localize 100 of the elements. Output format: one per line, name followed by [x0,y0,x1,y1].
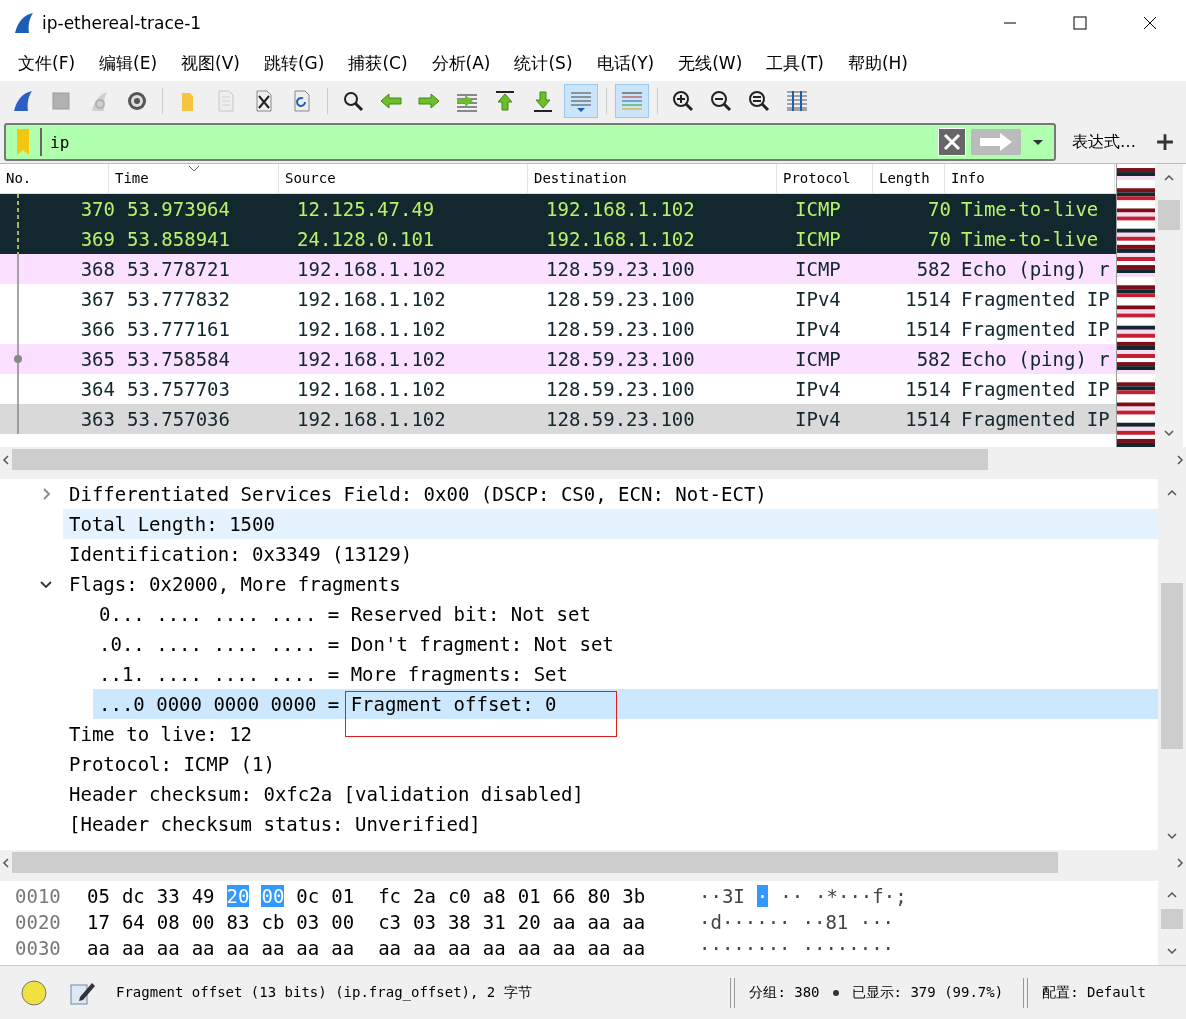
column-header[interactable]: Destination [528,164,777,193]
hex-byte[interactable]: aa [378,937,401,959]
scrollbar-thumb[interactable] [1161,583,1183,749]
column-header[interactable]: Source [279,164,528,193]
hex-byte[interactable]: aa [587,937,611,959]
hex-byte[interactable]: 80 [587,885,611,907]
hex-byte[interactable]: 01 [331,885,355,907]
ascii-text[interactable]: ·d······ [699,911,791,933]
ascii-text[interactable]: ········ [699,937,791,959]
tree-item[interactable]: ..1. .... .... .... = More fragments: Set [93,659,1158,689]
hex-byte[interactable]: 00 [331,911,355,933]
hex-byte[interactable]: aa [552,937,576,959]
menu-item[interactable]: 统计(S) [504,51,583,75]
packet-row[interactable]: 363 53.757036 192.168.1.102 128.59.23.100 IPv4 1514 Fragmented IP [0,404,1116,434]
hex-byte[interactable]: 38 [447,911,471,933]
hex-byte[interactable]: c0 [447,885,471,907]
scrollbar-thumb[interactable] [12,852,1058,873]
ascii-text[interactable]: ··3I [699,885,745,907]
close-icon[interactable] [1142,14,1158,31]
display-filter-field[interactable]: ip [4,123,1056,161]
profile-label[interactable]: 配置: Default [1042,983,1146,1002]
hex-byte[interactable]: aa [121,937,145,959]
clear-icon[interactable] [938,128,966,156]
tree-item[interactable]: Identification: 0x3349 (13129) [63,539,1158,569]
hex-byte[interactable]: a8 [482,885,506,907]
scroll-down-icon[interactable] [1163,427,1175,439]
hex-byte[interactable]: c3 [378,911,401,933]
menu-item[interactable]: 分析(A) [421,51,501,75]
scroll-down-icon[interactable] [1166,945,1178,957]
hex-byte[interactable]: 31 [482,911,506,933]
scrollbar-thumb[interactable] [1161,909,1183,929]
column-header[interactable]: Length [873,164,945,193]
menu-item[interactable]: 工具(T) [756,51,834,75]
menu-item[interactable]: 帮助(H) [837,51,918,75]
ascii-text[interactable]: ·· [780,885,804,907]
maximize-icon[interactable] [1072,14,1088,31]
hex-byte[interactable]: 01 [517,885,541,907]
column-header[interactable]: Protocol [777,164,873,193]
hex-byte[interactable]: 03 [413,911,436,933]
tree-item[interactable]: Protocol: ICMP (1) [63,749,1158,779]
menu-item[interactable]: 编辑(E) [89,51,168,75]
hex-byte[interactable]: aa [622,911,646,933]
column-header[interactable]: No. [0,164,109,193]
scrollbar-thumb[interactable] [12,449,989,470]
packet-row[interactable]: 368 53.778721 192.168.1.102 128.59.23.100 ICMP 582 Echo (ping) r [0,254,1116,284]
hex-byte[interactable]: 05 [87,885,110,907]
hex-byte[interactable]: cb [261,911,285,933]
hex-byte[interactable]: 08 [156,911,180,933]
hex-byte[interactable]: 66 [552,885,576,907]
ascii-text[interactable]: ··81 ··· [802,911,895,933]
hex-byte[interactable]: aa [482,937,506,959]
hex-byte[interactable]: aa [413,937,436,959]
colorize-button[interactable] [615,84,649,118]
menu-item[interactable]: 跳转(G) [253,51,335,75]
tree-item[interactable]: Time to live: 12 [63,719,1158,749]
packet-row[interactable]: 369 53.858941 24.128.0.101 192.168.1.102 ICMP 70 Time-to-live [0,224,1116,254]
hex-byte[interactable]: aa [87,937,110,959]
hex-byte[interactable]: aa [552,911,576,933]
hex-byte[interactable]: aa [517,937,541,959]
collapse-icon[interactable] [40,578,52,590]
tree-item[interactable]: Total Length: 1500 [63,509,1158,539]
scroll-left-icon[interactable] [0,453,12,466]
hex-byte[interactable]: 00 [191,911,215,933]
ascii-text[interactable]: ········ [802,937,895,959]
expert-info-icon[interactable] [20,978,48,1007]
packet-row[interactable]: 370 53.973964 12.125.47.49 192.168.1.102 ICMP 70 Time-to-live [0,194,1116,224]
expand-icon[interactable] [40,488,52,500]
tree-item[interactable]: 0... .... .... .... = Reserved bit: Not set [93,599,1158,629]
hex-byte[interactable]: 17 [87,911,110,933]
hex-byte[interactable]: 33 [156,885,180,907]
expression-button[interactable]: 表达式… [1056,125,1148,159]
packet-row[interactable]: 365 53.758584 192.168.1.102 128.59.23.100 ICMP 582 Echo (ping) r [0,344,1116,374]
hex-byte[interactable]: aa [226,937,250,959]
scroll-right-icon[interactable] [1174,453,1186,466]
hex-byte[interactable]: aa [261,937,285,959]
column-header[interactable]: Info [945,164,1115,193]
plus-icon[interactable] [1156,133,1174,151]
tree-item[interactable]: Header checksum: 0xfc2a [validation disabled] [63,779,1158,809]
hex-byte[interactable]: 20 [517,911,541,933]
column-header[interactable]: Time [109,164,279,193]
hex-byte[interactable]: aa [156,937,180,959]
hex-byte[interactable]: aa [447,937,471,959]
tree-item[interactable]: Flags: 0x2000, More fragments [63,569,1158,599]
menu-item[interactable]: 文件(F) [8,51,86,75]
hex-byte[interactable]: 0c [296,885,320,907]
tree-item[interactable]: .0.. .... .... .... = Don't fragment: Not set [93,629,1158,659]
menu-item[interactable]: 视图(V) [171,51,250,75]
scroll-down-icon[interactable] [1166,830,1178,842]
hex-byte[interactable]: 83 [226,911,250,933]
tree-item[interactable]: Differentiated Services Field: 0x00 (DSCP: CS0, ECN: Not-ECT) [63,479,1158,509]
tree-item[interactable]: [Header checksum status: Unverified] [63,809,1158,839]
hex-byte[interactable]: aa [587,911,611,933]
scroll-right-icon[interactable] [1174,856,1186,869]
scroll-left-icon[interactable] [0,856,12,869]
hex-byte[interactable]: fc [378,885,401,907]
hex-byte[interactable]: 03 [296,911,320,933]
hex-byte[interactable]: 2a [413,885,436,907]
hex-byte[interactable]: 49 [191,885,215,907]
menu-item[interactable]: 无线(W) [668,51,753,75]
hex-byte[interactable]: 64 [121,911,145,933]
